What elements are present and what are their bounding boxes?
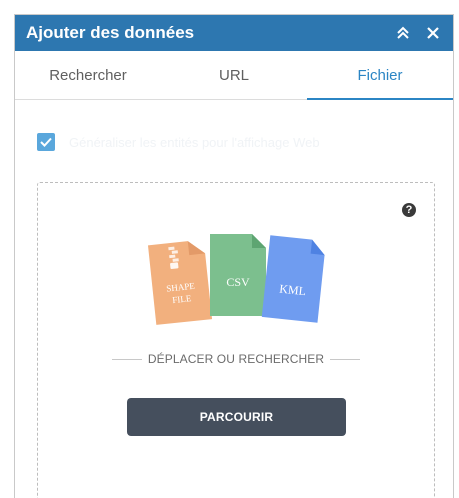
shapefile-icon: SHAPE FILE <box>148 241 213 325</box>
generalize-option: Généraliser les entités pour l'affichage… <box>37 133 320 151</box>
panel-title: Ajouter des données <box>26 23 195 42</box>
generalize-checkbox[interactable] <box>37 133 55 151</box>
divider-right <box>330 358 361 360</box>
tab-bar: Rechercher URL Fichier <box>15 51 453 100</box>
file-drop-zone[interactable]: ? SHAPE FILE CSV KML DÉPLACER OU RECHERC… <box>37 182 435 498</box>
csv-icon: CSV <box>210 234 266 316</box>
panel-header: Ajouter des données <box>15 15 453 51</box>
browse-button[interactable]: PARCOURIR <box>127 398 346 436</box>
csv-label: CSV <box>226 275 250 289</box>
close-icon <box>427 27 439 39</box>
tab-file[interactable]: Fichier <box>307 51 453 100</box>
file-types-illustration: SHAPE FILE CSV KML <box>148 234 325 325</box>
generalize-label: Généraliser les entités pour l'affichage… <box>69 134 320 150</box>
double-chevron-up-icon <box>397 26 409 39</box>
checkmark-icon <box>40 137 52 147</box>
tab-url[interactable]: URL <box>161 51 307 99</box>
close-button[interactable] <box>419 15 447 51</box>
divider-left <box>112 358 142 360</box>
drop-instruction: DÉPLACER OU RECHERCHER <box>112 349 361 369</box>
add-data-panel: Ajouter des données Rechercher URL Fichi… <box>14 14 454 498</box>
drop-instruction-text: DÉPLACER OU RECHERCHER <box>147 352 325 366</box>
shapefile-label-2: FILE <box>172 293 192 305</box>
kml-label: KML <box>279 282 307 299</box>
tab-search[interactable]: Rechercher <box>15 51 161 99</box>
collapse-button[interactable] <box>389 15 417 51</box>
kml-icon: KML <box>261 235 325 323</box>
help-icon[interactable]: ? <box>402 203 416 217</box>
